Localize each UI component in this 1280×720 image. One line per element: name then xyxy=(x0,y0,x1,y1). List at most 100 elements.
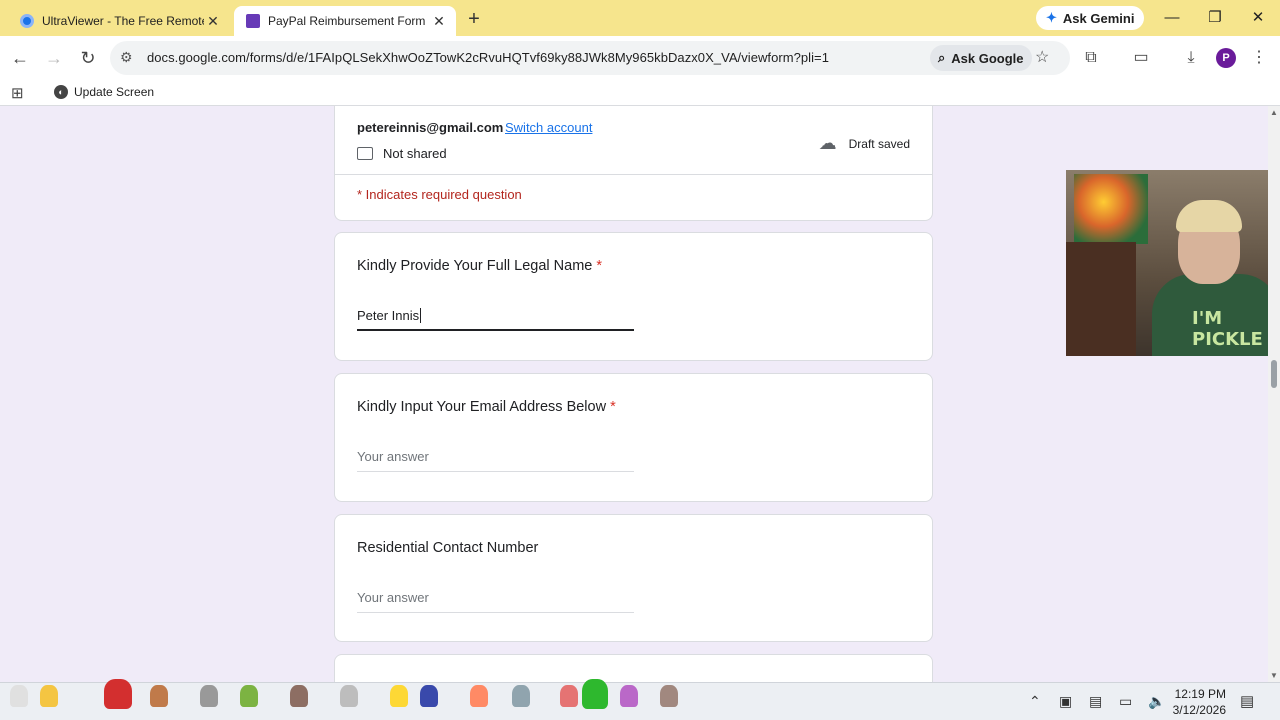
question-card-full-name: Kindly Provide Your Full Legal Name * Pe… xyxy=(334,232,933,361)
webcam-overlay: I'M PICKLE xyxy=(1066,170,1280,356)
phone-input[interactable]: Your answer xyxy=(357,589,634,613)
question-title-text: Residential Contact Number xyxy=(357,540,539,556)
volume-icon[interactable]: 🔈 xyxy=(1148,693,1165,710)
text-caret xyxy=(420,308,422,323)
site-info-icon[interactable]: ⚙ xyxy=(120,49,133,66)
scroll-up-icon[interactable]: ▲ xyxy=(1270,108,1278,117)
sprite-icon xyxy=(150,685,168,707)
ask-gemini-button[interactable]: ✦ Ask Gemini xyxy=(1036,6,1145,30)
start-icon[interactable] xyxy=(10,685,28,707)
bookmark-star-icon[interactable]: ☆ xyxy=(1035,47,1049,67)
required-asterisk: * xyxy=(592,258,603,274)
minimize-button[interactable]: — xyxy=(1152,6,1192,30)
wall-painting xyxy=(1074,174,1148,244)
full-name-input[interactable]: Peter Innis xyxy=(357,307,634,331)
sprite-icon xyxy=(290,685,308,707)
sprite-icon xyxy=(560,685,578,707)
close-tab-icon[interactable]: ✕ xyxy=(430,13,448,30)
menu-icon[interactable]: ⋮ xyxy=(1249,48,1269,68)
divider xyxy=(335,174,932,175)
sprite-icon xyxy=(420,685,438,707)
address-bar[interactable]: ⚙ docs.google.com/forms/d/e/1FAIpQLSekXh… xyxy=(110,41,1070,75)
form-header-card: petereinnis@gmail.com Switch account Not… xyxy=(334,106,933,221)
maximize-button[interactable]: ❐ xyxy=(1195,6,1235,30)
url-text[interactable]: docs.google.com/forms/d/e/1FAIpQLSekXhwO… xyxy=(147,50,829,65)
tab-ultraviewer[interactable]: UltraViewer - The Free Remote ✕ xyxy=(8,6,230,36)
reload-button[interactable]: ↻ xyxy=(76,46,100,70)
email-not-shared-icon xyxy=(357,147,373,160)
notification-icon[interactable]: ▤ xyxy=(1240,692,1254,710)
sprite-icon xyxy=(470,685,488,707)
account-email: petereinnis@gmail.com xyxy=(357,120,504,135)
download-icon[interactable]: ⤓ xyxy=(1181,48,1201,68)
browser-toolbar: ← → ↻ ⚙ docs.google.com/forms/d/e/1FAIpQ… xyxy=(0,36,1280,80)
question-title-text: Kindly Provide Your Full Legal Name xyxy=(357,258,593,274)
bookmark-label: Update Screen xyxy=(74,85,155,99)
chevron-up-icon[interactable]: ⌃ xyxy=(1029,693,1041,710)
sprite-icon xyxy=(340,685,358,707)
tab-paypal-form[interactable]: PayPal Reimbursement Form ✕ xyxy=(234,6,456,36)
sprite-icon xyxy=(390,685,408,707)
ask-google-label: Ask Google xyxy=(951,50,1024,66)
draft-label: Draft saved xyxy=(848,136,910,151)
required-note: * Indicates required question xyxy=(357,187,522,202)
bookmarks-bar: ⊞ ◐ Update Screen xyxy=(0,80,1280,106)
question-title-text: Kindly Input Your Email Address Below xyxy=(357,399,607,415)
taskbar-clock[interactable]: 12:19 PM 3/12/2026 xyxy=(1168,686,1226,718)
question-title: Kindly Provide Your Full Legal Name * xyxy=(357,258,602,274)
switch-account-link[interactable]: Switch account xyxy=(505,120,592,135)
not-shared-status: Not shared xyxy=(357,146,447,161)
scroll-down-icon[interactable]: ▼ xyxy=(1270,671,1278,680)
tab-title: PayPal Reimbursement Form xyxy=(268,14,426,28)
lens-icon: ⌕ xyxy=(938,50,946,65)
cloud-icon: ☁ xyxy=(818,133,837,153)
clock-date: 3/12/2026 xyxy=(1172,703,1226,717)
required-asterisk: * xyxy=(606,399,616,415)
shirt-text: I'M PICKLE xyxy=(1192,308,1263,350)
tray-app-icon[interactable]: ▤ xyxy=(1089,693,1102,710)
tab-title: UltraViewer - The Free Remote xyxy=(42,14,204,28)
taskbar-sprite-overlay xyxy=(0,649,700,720)
taskbar: ⌃ ▣ ▤ ▭ 🔈 12:19 PM 3/12/2026 ▤ xyxy=(0,679,1280,720)
close-tab-icon[interactable]: ✕ xyxy=(204,13,222,30)
clock-time: 12:19 PM xyxy=(1174,687,1226,701)
shelf xyxy=(1066,242,1136,356)
not-shared-label: Not shared xyxy=(383,146,447,161)
question-card-phone: Residential Contact Number Your answer xyxy=(334,514,933,642)
profile-avatar[interactable]: P xyxy=(1216,48,1236,68)
among-us-green-icon xyxy=(582,679,608,709)
input-value: Peter Innis xyxy=(357,308,422,323)
close-window-button[interactable]: ✕ xyxy=(1238,6,1278,30)
sprite-icon xyxy=(660,685,678,707)
question-title: Residential Contact Number xyxy=(357,540,538,556)
tray-app-icon[interactable]: ▣ xyxy=(1059,693,1072,710)
google-forms-icon xyxy=(246,14,260,28)
input-placeholder: Your answer xyxy=(357,590,429,605)
ultraviewer-icon xyxy=(20,14,34,28)
person-shirt: I'M PICKLE xyxy=(1152,274,1280,356)
apps-grid-icon[interactable]: ⊞ xyxy=(11,84,24,102)
question-title: Kindly Input Your Email Address Below * xyxy=(357,399,616,415)
scrollbar-thumb[interactable] xyxy=(1271,360,1277,388)
question-card-email: Kindly Input Your Email Address Below * … xyxy=(334,373,933,502)
tab-strip: UltraViewer - The Free Remote ✕ PayPal R… xyxy=(0,0,1280,36)
gemini-sparkle-icon: ✦ xyxy=(1046,10,1057,25)
person-cap xyxy=(1176,200,1242,232)
input-placeholder: Your answer xyxy=(357,449,429,464)
forward-button[interactable]: → xyxy=(42,46,66,70)
new-tab-button[interactable]: + xyxy=(462,8,486,32)
sprite-icon xyxy=(200,685,218,707)
bookmark-update-screen[interactable]: ◐ Update Screen xyxy=(54,85,154,99)
network-icon[interactable]: ▭ xyxy=(1119,693,1132,710)
email-input[interactable]: Your answer xyxy=(357,448,634,472)
ask-google-button[interactable]: ⌕ Ask Google xyxy=(930,45,1032,71)
globe-icon: ◐ xyxy=(54,85,68,99)
sprite-icon xyxy=(240,685,258,707)
back-button[interactable]: ← xyxy=(8,46,32,70)
sprite-icon xyxy=(512,685,530,707)
extensions-icon[interactable]: ⧉ xyxy=(1081,48,1101,68)
page-scrollbar[interactable]: ▲ ▼ xyxy=(1268,106,1280,682)
tab-search-icon[interactable]: ▭ xyxy=(1131,48,1151,68)
among-us-red-icon xyxy=(104,679,132,709)
ask-gemini-label: Ask Gemini xyxy=(1062,10,1135,26)
